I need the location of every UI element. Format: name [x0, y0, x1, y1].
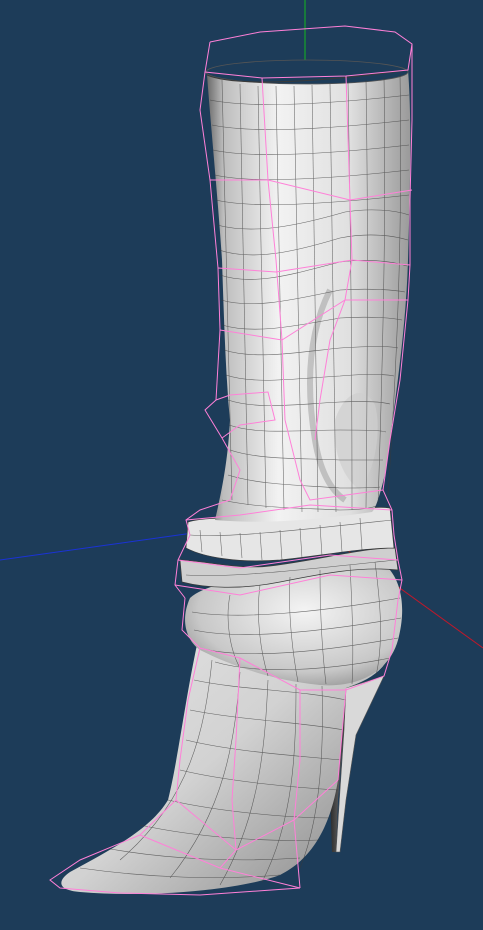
z-axis-line [0, 531, 201, 561]
3d-viewport[interactable] [0, 0, 483, 930]
viewport-canvas[interactable] [0, 0, 483, 930]
